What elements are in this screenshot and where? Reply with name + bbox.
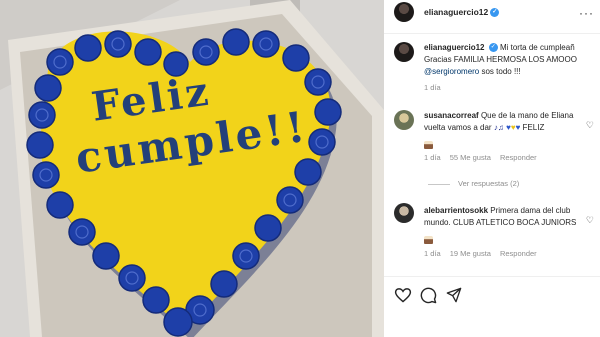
caption-mention[interactable]: @sergioromero [424,67,479,76]
author-avatar[interactable] [394,2,414,22]
comment-line2: vuelta vamos a dar ♪♫ ♥♥♥ FELIZ [424,123,545,132]
comment-likes[interactable]: 55 Me gusta [450,153,491,162]
more-options-icon[interactable]: ··· [579,6,594,20]
comment-line2: mundo. CLUB ATLETICO BOCA JUNIORS [424,218,577,227]
comment-likes[interactable]: 19 Me gusta [450,249,491,258]
action-bar [384,276,600,316]
emoji-icon: ♪♫ [493,123,504,132]
post-side-panel: elianaguercio12 ✓ ··· elianaguercio12 ✓ M… [384,0,600,337]
comment-line1: alebarrientosokk Primera dama del club [424,206,571,215]
share-icon[interactable] [446,287,462,303]
verified-icon: ✓ [488,43,498,53]
comment-username[interactable]: alebarrientosokk [424,206,488,215]
reply-button[interactable]: Responder [500,153,537,162]
heart-icon[interactable]: ♡ [586,120,594,131]
caption-line3: @sergioromero sos todo !!! [424,67,521,76]
comment-meta: 1 día 19 Me gusta Responder [424,249,537,258]
caption-avatar[interactable] [394,42,414,62]
cake-emoji-icon [424,136,433,154]
verified-icon: ✓ [490,8,500,18]
comment-avatar[interactable] [394,110,414,130]
comment-meta: 1 día 55 Me gusta Responder [424,153,537,162]
cake-photo-illustration [0,0,384,337]
caption-time: 1 día [424,83,441,92]
post-photo: Feliz cumple!! [0,0,384,337]
post-header: elianaguercio12 ✓ ··· [384,0,600,34]
comment-line1: susanacorreaf Que de la mano de Eliana [424,111,574,120]
caption-line2: Gracias FAMILIA HERMOSA LOS AMOOO [424,55,577,64]
caption-line1: elianaguercio12 ✓ Mi torta de cumpleañ [424,43,575,53]
comment-icon[interactable] [420,287,437,304]
heart-icon[interactable]: ♡ [586,215,594,226]
comment-avatar[interactable] [394,203,414,223]
reply-button[interactable]: Responder [500,249,537,258]
author-username[interactable]: elianaguercio12 ✓ [424,7,500,18]
view-replies-button[interactable]: Ver respuestas (2) [428,179,519,188]
cake-emoji-icon [424,231,433,249]
blue-heart-icon: ♥ [515,123,521,132]
caption-username[interactable]: elianaguercio12 [424,43,484,52]
heart-icon[interactable] [394,287,412,303]
comment-username[interactable]: susanacorreaf [424,111,479,120]
